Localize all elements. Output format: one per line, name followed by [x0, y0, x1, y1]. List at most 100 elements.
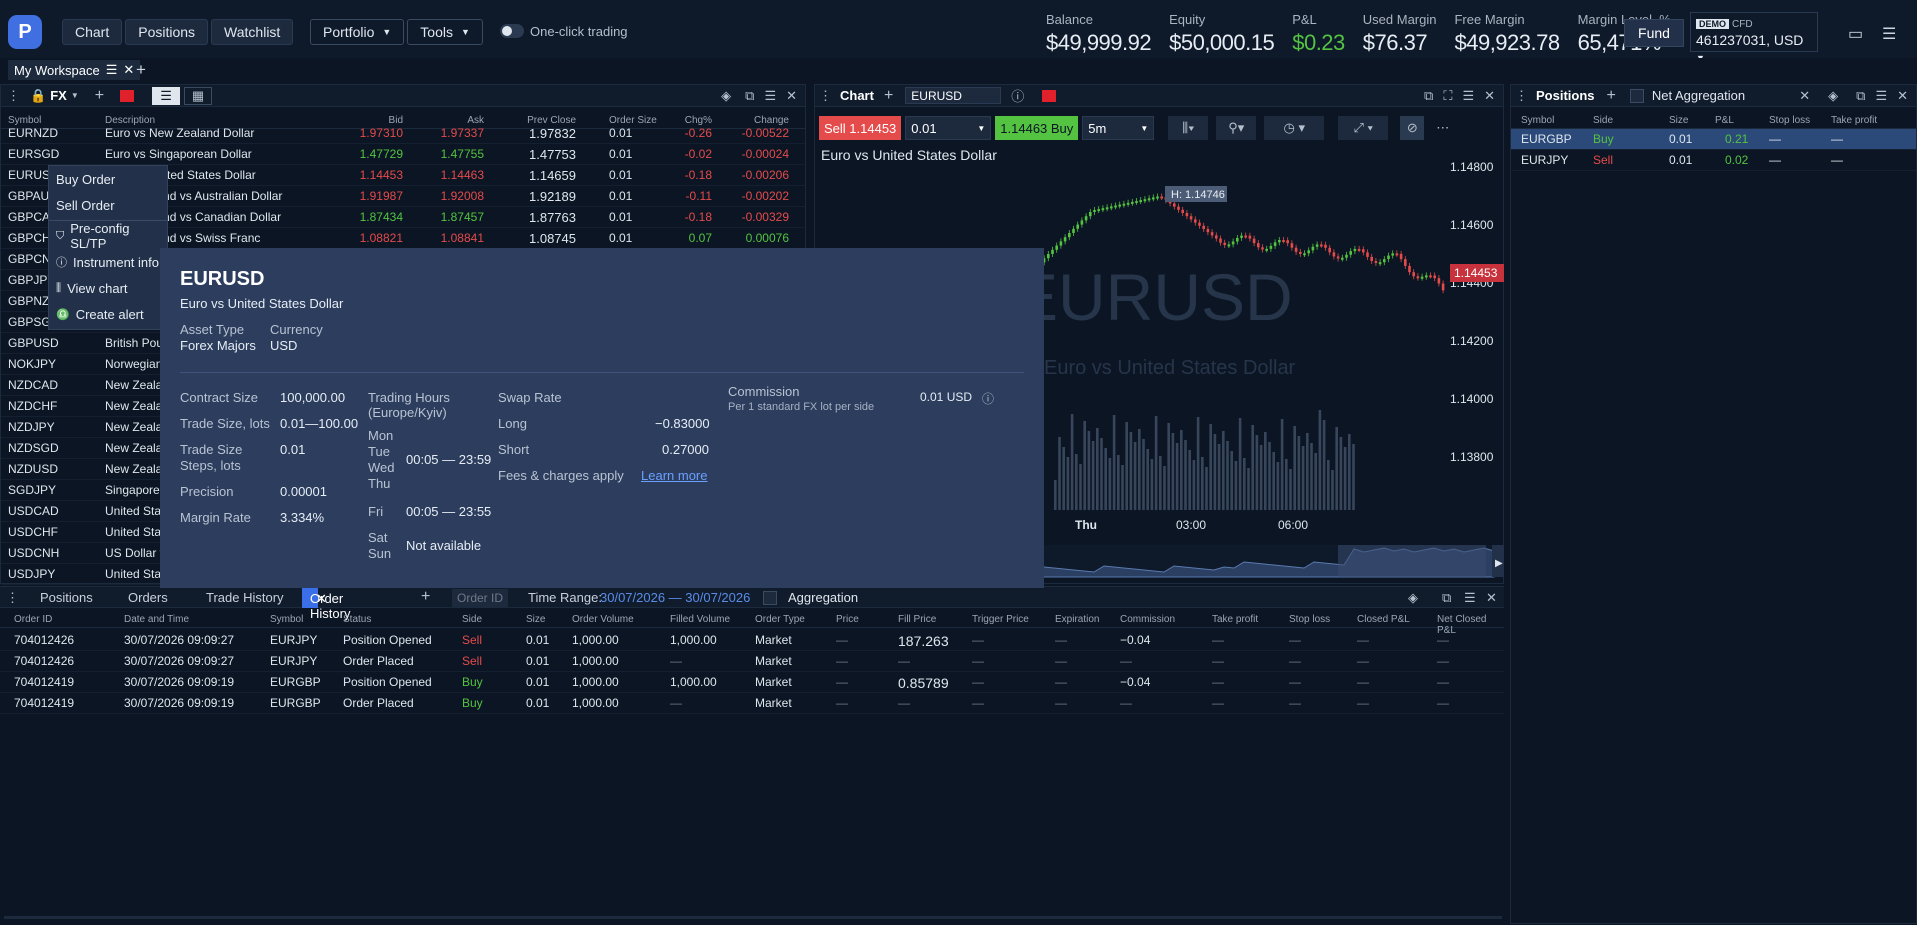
- indicators-icon[interactable]: ⚲▾: [1216, 116, 1257, 140]
- add-icon[interactable]: +: [884, 87, 893, 105]
- close-icon[interactable]: ✕: [1484, 88, 1495, 104]
- flag-icon[interactable]: [120, 89, 135, 102]
- oh-col-order-volume[interactable]: Order Volume: [572, 614, 634, 625]
- one-click-toggle[interactable]: [500, 24, 524, 38]
- menu-icon[interactable]: ☰: [1464, 590, 1476, 606]
- link-icon[interactable]: ◈: [721, 88, 731, 104]
- buy-button[interactable]: 1.14463 Buy: [995, 116, 1079, 140]
- menu-icon[interactable]: ☰: [1875, 88, 1887, 104]
- close-icon[interactable]: ✕: [123, 62, 134, 78]
- oh-col-price[interactable]: Price: [836, 614, 859, 625]
- link-icon[interactable]: ◈: [1828, 88, 1838, 104]
- oh-col-filled-volume[interactable]: Filled Volume: [670, 614, 730, 625]
- oh-col-expiration[interactable]: Expiration: [1055, 614, 1099, 625]
- oh-col-take-profit[interactable]: Take profit: [1212, 614, 1258, 625]
- info-icon[interactable]: ⓘ: [1011, 86, 1024, 105]
- list-view-icon[interactable]: ☰: [152, 86, 181, 105]
- link-icon[interactable]: ◈: [1408, 590, 1418, 606]
- fullscreen-icon[interactable]: ⛶: [1443, 88, 1452, 104]
- menu-icon[interactable]: ☰: [1462, 88, 1474, 104]
- watchlist-row[interactable]: EURNZD Euro vs New Zealand Dollar 1.97310 1…: [1, 123, 805, 144]
- navigator-window[interactable]: [1338, 545, 1486, 577]
- menu-sell-order[interactable]: Sell Order: [49, 192, 167, 218]
- watchlist-row[interactable]: EURSGD Euro vs Singaporean Dollar 1.47729 1…: [1, 144, 805, 165]
- workspace-tab[interactable]: My Workspace ☰ ✕: [8, 60, 141, 80]
- caret-down-icon[interactable]: ▼: [71, 91, 79, 100]
- pos-col-take-profit[interactable]: Take profit: [1831, 115, 1877, 126]
- order-history-row[interactable]: 704012419 30/07/2026 09:09:19 EURGBP Positi…: [0, 672, 1504, 693]
- oh-col-size[interactable]: Size: [526, 614, 545, 625]
- position-row[interactable]: EURJPY Sell 0.01 0.02 — —: [1511, 150, 1916, 171]
- order-history-row[interactable]: 704012419 30/07/2026 09:09:19 EURGBP Order …: [0, 693, 1504, 714]
- menu-icon[interactable]: ☰: [106, 62, 118, 78]
- lock-icon[interactable]: 🔒: [30, 88, 46, 104]
- pos-col-stop-loss[interactable]: Stop loss: [1769, 115, 1810, 126]
- info-icon[interactable]: ⓘ: [982, 390, 994, 407]
- chevron-right-icon[interactable]: ▶: [1495, 558, 1503, 569]
- popout-icon[interactable]: ⧉: [1424, 88, 1433, 104]
- oh-col-side[interactable]: Side: [462, 614, 482, 625]
- order-history-row[interactable]: 704012426 30/07/2026 09:09:27 EURJPY Positi…: [0, 630, 1504, 651]
- symbol-input[interactable]: EURUSD: [905, 87, 1002, 104]
- oh-col-order-id[interactable]: Order ID: [14, 614, 52, 625]
- menu-view-chart[interactable]: ⫼ View chart: [49, 275, 167, 301]
- quantity-select[interactable]: 0.01 ▼: [905, 116, 992, 140]
- pos-col-side[interactable]: Side: [1593, 115, 1613, 126]
- tools-dropdown[interactable]: Tools ▼: [407, 19, 483, 45]
- oh-col-fill-price[interactable]: Fill Price: [898, 614, 936, 625]
- timeframe-select[interactable]: 5m ▼: [1082, 116, 1155, 140]
- add-workspace-icon[interactable]: +: [136, 60, 146, 80]
- order-id-input[interactable]: Order ID: [452, 589, 509, 607]
- popout-icon[interactable]: ⧉: [1856, 88, 1865, 104]
- portfolio-dropdown[interactable]: Portfolio ▼: [310, 19, 405, 45]
- aggregation-checkbox[interactable]: [763, 591, 777, 605]
- horizontal-scrollbar[interactable]: [4, 916, 1502, 919]
- position-row[interactable]: EURGBP Buy 0.01 0.21 — —: [1511, 129, 1916, 150]
- oh-col-order-type[interactable]: Order Type: [755, 614, 805, 625]
- popout-icon[interactable]: ⧉: [1442, 590, 1451, 606]
- grid-view-icon[interactable]: ▦: [184, 86, 213, 105]
- fund-button[interactable]: Fund: [1624, 19, 1684, 47]
- close-icon[interactable]: ✕: [316, 591, 327, 607]
- more-icon[interactable]: ⋯: [1436, 120, 1449, 136]
- menu-create-alert[interactable]: ♎ Create alert: [49, 301, 167, 327]
- add-icon[interactable]: +: [1607, 87, 1616, 105]
- menu-icon[interactable]: ☰: [1882, 24, 1896, 44]
- oh-col-status[interactable]: Status: [343, 614, 371, 625]
- nav-chart-button[interactable]: Chart: [62, 19, 123, 45]
- add-icon[interactable]: +: [421, 588, 430, 606]
- oh-col-closed-p-l[interactable]: Closed P&L: [1357, 614, 1410, 625]
- close-icon[interactable]: ✕: [1799, 88, 1810, 104]
- drawing-tool-icon[interactable]: ⤢ ▾: [1338, 116, 1389, 140]
- pos-col-symbol[interactable]: Symbol: [1521, 115, 1554, 126]
- close-icon[interactable]: ✕: [786, 88, 797, 104]
- net-aggregation-checkbox[interactable]: [1629, 88, 1644, 103]
- sell-button[interactable]: Sell 1.14453: [819, 116, 902, 140]
- account-selector[interactable]: DEMOCFD 461237031, USD ▼: [1690, 12, 1818, 63]
- close-icon[interactable]: ✕: [1486, 590, 1497, 606]
- oh-col-stop-loss[interactable]: Stop loss: [1289, 614, 1330, 625]
- menu-preconfig-sltp[interactable]: ⛉ Pre-config SL/TP: [49, 221, 167, 251]
- pos-col-p-l[interactable]: P&L: [1715, 115, 1734, 126]
- oh-col-trigger-price[interactable]: Trigger Price: [972, 614, 1029, 625]
- drag-handle-icon[interactable]: ⋮: [1515, 88, 1528, 104]
- oh-col-commission[interactable]: Commission: [1120, 614, 1175, 625]
- drag-handle-icon[interactable]: ⋮: [7, 88, 20, 104]
- nav-watchlist-button[interactable]: Watchlist: [211, 19, 294, 45]
- flag-icon[interactable]: [1042, 89, 1057, 102]
- drag-handle-icon[interactable]: ⋮: [6, 590, 19, 606]
- menu-instrument-info[interactable]: ⓘ Instrument info: [49, 249, 167, 275]
- nav-positions-button[interactable]: Positions: [125, 19, 209, 45]
- oh-col-symbol[interactable]: Symbol: [270, 614, 303, 625]
- close-icon[interactable]: ✕: [1897, 88, 1908, 104]
- oh-col-date-and-time[interactable]: Date and Time: [124, 614, 189, 625]
- watchlist-group[interactable]: FX: [50, 88, 67, 103]
- tab-trade-history[interactable]: Trade History: [206, 590, 284, 605]
- drag-handle-icon[interactable]: ⋮: [819, 88, 832, 104]
- layout-icon[interactable]: ▭: [1848, 24, 1863, 44]
- tab-order-history[interactable]: Order History ✕: [302, 588, 350, 621]
- menu-icon[interactable]: ☰: [764, 88, 776, 104]
- learn-more-link[interactable]: Learn more: [641, 468, 707, 483]
- pos-col-size[interactable]: Size: [1669, 115, 1688, 126]
- time-range-value[interactable]: 30/07/2026 — 30/07/2026: [600, 590, 750, 605]
